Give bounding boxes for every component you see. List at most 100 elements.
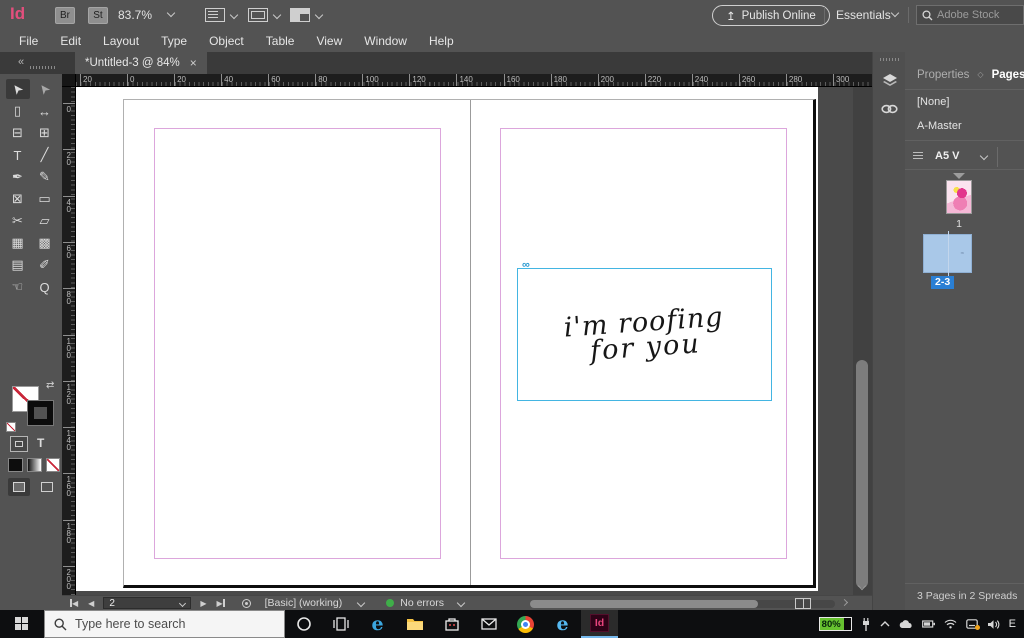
zoom-level-value[interactable]: 83.7% (118, 8, 152, 22)
page-tool[interactable]: ▯ (6, 101, 30, 121)
preflight-profile-label[interactable]: [Basic] (working) (265, 597, 343, 609)
taskbar-search-box[interactable]: Type here to search (44, 610, 285, 638)
battery-level-badge[interactable]: 80% (819, 617, 852, 631)
formatting-affects-text-button[interactable]: T (37, 436, 44, 450)
tab-pages[interactable]: Pages (992, 69, 1024, 81)
stroke-swatch-black[interactable] (27, 400, 54, 426)
selected-image-frame[interactable]: ∞ i'm roofing for you (517, 268, 772, 401)
stock-button[interactable]: St (88, 7, 108, 24)
frame-tool[interactable]: ⊠ (6, 189, 30, 209)
volume-icon[interactable] (987, 619, 1000, 630)
content-collector-tool[interactable]: ⊟ (6, 123, 30, 143)
document-tab[interactable]: *Untitled-3 @ 84% × (75, 52, 207, 74)
page-size-caret-icon[interactable] (980, 152, 988, 160)
onedrive-cloud-icon[interactable] (899, 620, 913, 629)
vertical-scrollbar[interactable] (853, 87, 872, 595)
chrome-button[interactable] (507, 610, 544, 638)
screen-mode-icon[interactable] (248, 8, 268, 22)
selection-tool[interactable]: ➤ (6, 79, 30, 99)
publish-online-button[interactable]: ↥ Publish Online (712, 5, 830, 26)
page-number-caret-icon[interactable] (179, 599, 186, 606)
pencil-tool[interactable]: ✎ (33, 167, 57, 187)
horizontal-ruler[interactable]: 2002040608010012014016018020022024026028… (76, 74, 872, 87)
tools-grip-handle[interactable] (30, 66, 56, 69)
menu-object[interactable]: Object (198, 31, 255, 51)
indesign-taskbar-button[interactable]: Id (581, 610, 618, 638)
cortana-button[interactable] (285, 610, 322, 638)
page-number-field[interactable]: 2 (103, 597, 191, 609)
content-placer-tool[interactable]: ⊞ (33, 123, 57, 143)
zoom-level-caret-icon[interactable] (167, 9, 175, 17)
previous-page-button[interactable]: ◀ (88, 599, 94, 608)
view-options-caret-icon[interactable] (230, 11, 238, 19)
pasteboard[interactable]: ∞ i'm roofing for you (76, 87, 818, 591)
start-button[interactable] (0, 610, 44, 638)
scissors-tool[interactable]: ✂ (6, 211, 30, 231)
gradient-feather-tool[interactable]: ▩ (33, 233, 57, 253)
workspace-caret-icon[interactable] (891, 9, 899, 17)
scroll-right-icon[interactable] (841, 599, 848, 606)
page-spread[interactable]: ∞ i'm roofing for you (123, 99, 816, 588)
store-button[interactable] (433, 610, 470, 638)
hand-tool[interactable]: ☜ (6, 277, 30, 297)
language-indicator[interactable]: E (1009, 618, 1018, 630)
layers-panel-icon[interactable] (880, 70, 899, 89)
type-tool[interactable]: T (6, 145, 30, 165)
page-1-thumbnail[interactable] (946, 180, 972, 214)
master-a-item[interactable]: A-Master (917, 120, 962, 132)
tab-properties[interactable]: Properties (917, 69, 969, 81)
formatting-affects-container-button[interactable] (10, 436, 28, 452)
first-page-button[interactable]: ◀ (70, 599, 78, 608)
gradient-swatch-tool[interactable]: ▦ (6, 233, 30, 253)
apply-gradient-button[interactable] (27, 458, 42, 472)
menu-layout[interactable]: Layout (92, 31, 150, 51)
spread-2-3-thumbnail[interactable]: ≈ (923, 234, 972, 273)
vertical-scrollbar-thumb[interactable] (856, 360, 868, 588)
view-options-icon[interactable] (205, 8, 225, 22)
preflight-menu-icon[interactable] (242, 599, 251, 608)
menu-type[interactable]: Type (150, 31, 198, 51)
preview-mode-button[interactable] (36, 478, 58, 496)
vertical-ruler[interactable]: 02 04 06 08 01 0 01 2 01 4 01 6 01 8 02 … (62, 87, 76, 595)
tools-collapse-icon[interactable]: « (18, 56, 24, 68)
note-tool[interactable]: ▤ (6, 255, 30, 275)
spread-view-icon[interactable] (795, 598, 811, 609)
page-size-label[interactable]: A5 V (935, 150, 959, 162)
arrange-documents-caret-icon[interactable] (315, 11, 323, 19)
menu-file[interactable]: File (8, 31, 49, 51)
size-row-grip-icon[interactable] (913, 152, 923, 161)
close-tab-icon[interactable]: × (190, 56, 197, 70)
horizontal-scrollbar-thumb[interactable] (530, 600, 758, 608)
wifi-icon[interactable] (944, 619, 957, 629)
eyedropper-tool[interactable]: ✐ (33, 255, 57, 275)
free-transform-tool[interactable]: ▱ (33, 211, 57, 231)
panel-strip-grip[interactable] (880, 58, 899, 61)
task-view-button[interactable] (322, 610, 359, 638)
errors-label[interactable]: No errors (400, 597, 444, 609)
apply-none-button[interactable] (46, 458, 60, 472)
line-tool[interactable]: ╱ (33, 145, 57, 165)
ruler-origin-corner[interactable] (62, 74, 76, 87)
edge-button[interactable]: e (359, 610, 396, 638)
rectangle-tool[interactable]: ▭ (33, 189, 57, 209)
tray-expand-icon[interactable] (880, 621, 890, 627)
last-page-button[interactable]: ▶ (216, 599, 224, 608)
workspace-switcher[interactable]: Essentials (836, 8, 891, 22)
arrange-documents-icon[interactable] (290, 8, 310, 22)
document-canvas[interactable]: ∞ i'm roofing for you (76, 87, 853, 595)
internet-explorer-button[interactable]: e (544, 610, 581, 638)
master-none-item[interactable]: [None] (917, 96, 949, 108)
menu-edit[interactable]: Edit (49, 31, 92, 51)
notification-app-icon[interactable] (966, 619, 978, 629)
adobe-stock-search[interactable]: Adobe Stock (916, 5, 1024, 25)
normal-view-mode-button[interactable] (8, 478, 30, 496)
battery-tray-icon[interactable] (922, 620, 935, 628)
gap-tool[interactable]: ↔ (33, 101, 57, 121)
errors-caret-icon[interactable] (457, 599, 465, 607)
bridge-button[interactable]: Br (55, 7, 75, 24)
default-fill-stroke-icon[interactable] (6, 422, 16, 432)
direct-selection-tool[interactable]: ➤ (33, 79, 57, 99)
menu-view[interactable]: View (305, 31, 353, 51)
menu-help[interactable]: Help (418, 31, 465, 51)
screen-mode-caret-icon[interactable] (273, 11, 281, 19)
